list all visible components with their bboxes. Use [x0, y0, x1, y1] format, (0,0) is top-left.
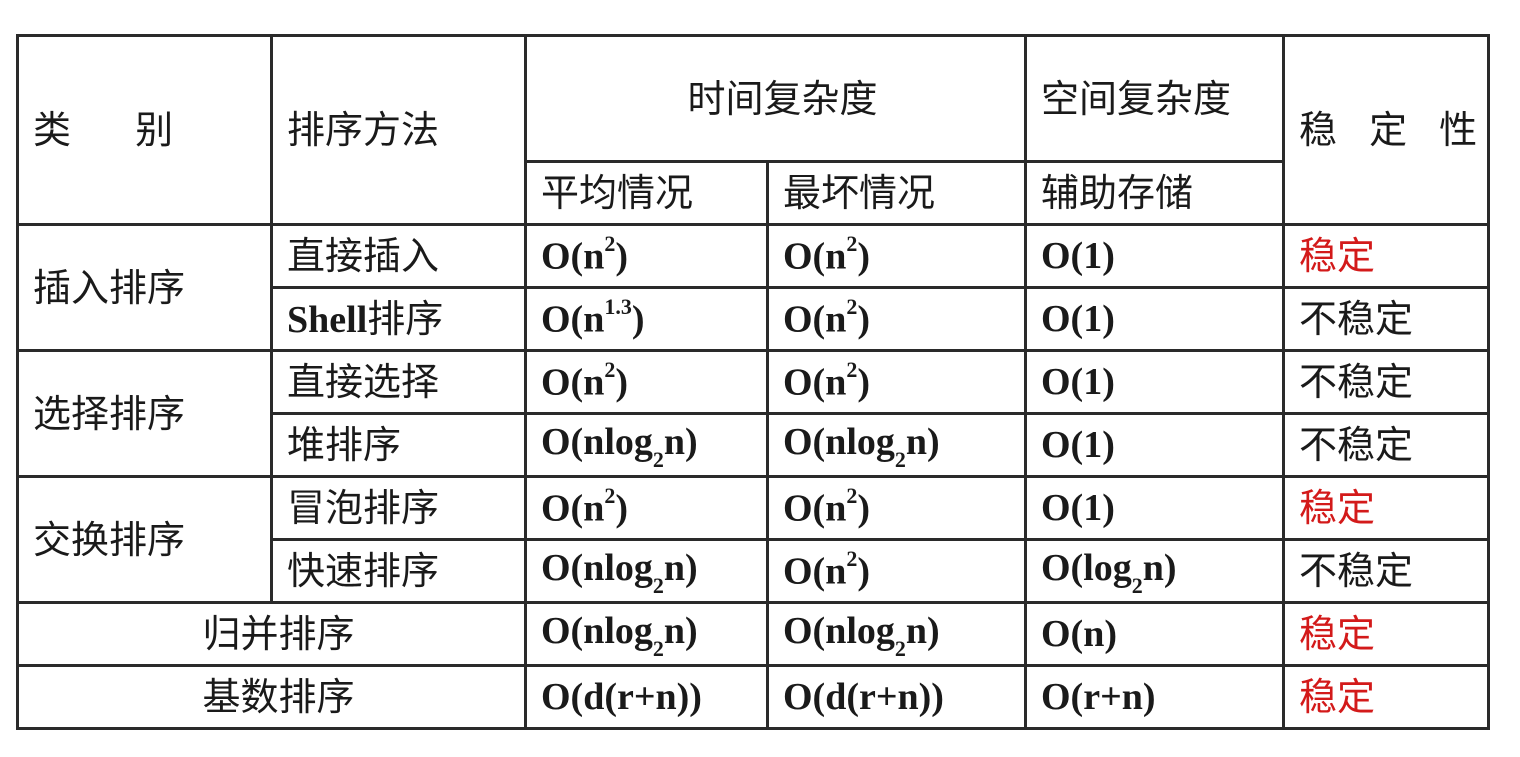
- worst-complexity: O(n2): [766, 223, 1027, 289]
- space-complexity: O(1): [1024, 286, 1285, 352]
- method-cell: 直接选择: [270, 349, 527, 415]
- space-complexity: O(n): [1024, 601, 1285, 667]
- method-cell: 直接插入: [270, 223, 527, 289]
- avg-complexity: O(n2): [524, 475, 769, 541]
- worst-complexity: O(n2): [766, 349, 1027, 415]
- category-merge: 归并排序: [16, 601, 527, 667]
- method-cell: Shell排序: [270, 286, 527, 352]
- table-row: 交换排序 冒泡排序 O(n2) O(n2) O(1) 稳定: [16, 475, 1491, 604]
- method-cell: 快速排序: [270, 538, 527, 604]
- space-complexity: O(log2n): [1024, 538, 1285, 604]
- table-row: 基数排序 O(d(r+n)) O(d(r+n)) O(r+n) 稳定: [16, 664, 1491, 730]
- worst-complexity: O(n2): [766, 286, 1027, 352]
- header-auxiliary-storage: 辅助存储: [1024, 160, 1285, 226]
- space-complexity: O(1): [1024, 349, 1285, 415]
- header-method: 排序方法: [270, 34, 527, 226]
- avg-complexity: O(d(r+n)): [524, 664, 769, 730]
- worst-complexity: O(nlog2n): [766, 601, 1027, 667]
- stability-cell: 不稳定: [1281, 349, 1491, 415]
- header-time-complexity: 时间复杂度: [524, 34, 1027, 163]
- space-complexity: O(r+n): [1024, 664, 1285, 730]
- stability-cell: 稳定: [1281, 601, 1491, 667]
- stability-cell: 稳定: [1281, 475, 1491, 541]
- space-complexity: O(1): [1024, 412, 1285, 478]
- header-space-complexity: 空间复杂度: [1024, 34, 1285, 163]
- avg-complexity: O(nlog2n): [524, 538, 769, 604]
- method-cell: 冒泡排序: [270, 475, 527, 541]
- worst-complexity: O(nlog2n): [766, 412, 1027, 478]
- avg-complexity: O(nlog2n): [524, 412, 769, 478]
- stability-cell: 不稳定: [1281, 412, 1491, 478]
- stability-cell: 稳定: [1281, 223, 1491, 289]
- stability-cell: 不稳定: [1281, 538, 1491, 604]
- avg-complexity: O(nlog2n): [524, 601, 769, 667]
- category-radix: 基数排序: [16, 664, 527, 730]
- header-worst-case: 最坏情况: [766, 160, 1027, 226]
- stability-cell: 稳定: [1281, 664, 1491, 730]
- table-row: 选择排序 直接选择 O(n2) O(n2) O(1) 不稳定: [16, 349, 1491, 478]
- avg-complexity: O(n2): [524, 223, 769, 289]
- header-average-case: 平均情况: [524, 160, 769, 226]
- method-cell: 堆排序: [270, 412, 527, 478]
- sorting-comparison-table: 类 别 排序方法 时间复杂度 空间复杂度 稳 定 性 平均情况 最坏情况 辅助存…: [16, 34, 1491, 730]
- table-row: 归并排序 O(nlog2n) O(nlog2n) O(n) 稳定: [16, 601, 1491, 667]
- worst-complexity: O(n2): [766, 538, 1027, 604]
- stability-cell: 不稳定: [1281, 286, 1491, 352]
- category-selection: 选择排序: [16, 349, 273, 478]
- table-row: 插入排序 直接插入 O(n2) O(n2) O(1) 稳定: [16, 223, 1491, 352]
- header-row-1: 类 别 排序方法 时间复杂度 空间复杂度 稳 定 性: [16, 34, 1491, 226]
- header-stability: 稳 定 性: [1281, 34, 1491, 226]
- header-category: 类 别: [16, 34, 273, 226]
- worst-complexity: O(n2): [766, 475, 1027, 541]
- avg-complexity: O(n1.3): [524, 286, 769, 352]
- category-insertion: 插入排序: [16, 223, 273, 352]
- space-complexity: O(1): [1024, 475, 1285, 541]
- category-exchange: 交换排序: [16, 475, 273, 604]
- worst-complexity: O(d(r+n)): [766, 664, 1027, 730]
- space-complexity: O(1): [1024, 223, 1285, 289]
- avg-complexity: O(n2): [524, 349, 769, 415]
